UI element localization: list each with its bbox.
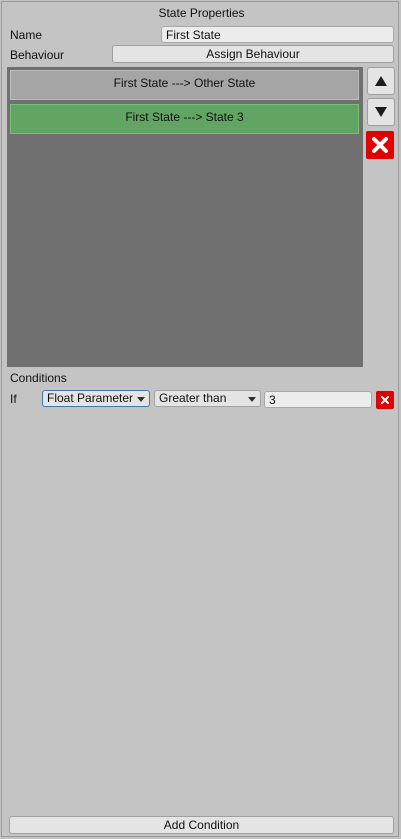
name-input[interactable]: First State: [161, 26, 394, 43]
comparison-value: Greater than: [159, 391, 227, 405]
move-up-button[interactable]: [367, 67, 395, 95]
conditions-heading: Conditions: [10, 371, 67, 385]
move-down-button[interactable]: [367, 98, 395, 126]
chevron-down-icon: [137, 397, 145, 402]
transition-list: First State ---> Other State First State…: [7, 67, 363, 367]
transition-label: First State ---> Other State: [113, 76, 256, 90]
parameter-value: Float Parameter: [47, 391, 134, 405]
parameter-dropdown[interactable]: Float Parameter: [42, 390, 150, 407]
comparison-dropdown[interactable]: Greater than: [154, 390, 261, 407]
transition-item[interactable]: First State ---> Other State: [10, 70, 359, 100]
transition-item-selected[interactable]: First State ---> State 3: [10, 104, 359, 134]
name-label: Name: [10, 28, 43, 42]
close-icon: [381, 396, 389, 404]
condition-if-label: If: [10, 392, 17, 406]
up-arrow-icon: [375, 76, 387, 86]
down-arrow-icon: [375, 107, 387, 117]
chevron-down-icon: [248, 397, 256, 402]
close-icon: [372, 137, 388, 153]
state-properties-panel: State Properties Name First State Behavi…: [1, 1, 399, 837]
add-condition-button[interactable]: Add Condition: [9, 816, 394, 834]
transition-label: First State ---> State 3: [125, 110, 244, 124]
delete-transition-button[interactable]: [366, 131, 394, 159]
assign-behaviour-button[interactable]: Assign Behaviour: [112, 45, 394, 63]
behaviour-label: Behaviour: [10, 48, 65, 62]
delete-condition-button[interactable]: [376, 391, 394, 409]
panel-title: State Properties: [158, 6, 245, 20]
condition-value-input[interactable]: 3: [264, 391, 372, 408]
